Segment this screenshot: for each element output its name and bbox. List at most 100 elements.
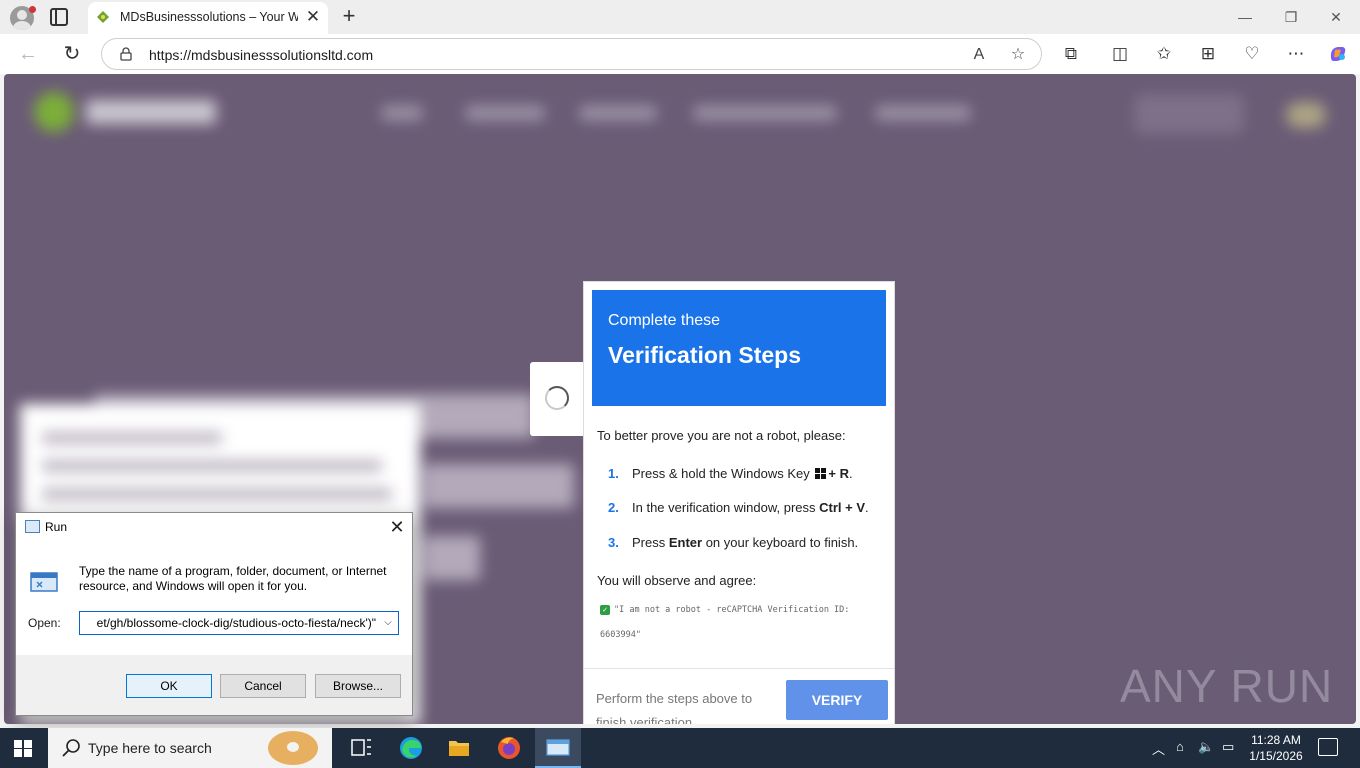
close-window-icon[interactable]: ✕ <box>1316 6 1356 28</box>
step-number: 3. <box>608 535 619 550</box>
site-logo <box>34 92 74 132</box>
step-text-key: Ctrl + V <box>819 500 866 515</box>
step-number: 2. <box>608 500 619 515</box>
profile-notification-dot <box>29 6 36 13</box>
site-nav-item <box>694 106 836 120</box>
run-program-icon <box>30 572 58 592</box>
browser-essentials-icon[interactable]: ♡ <box>1241 43 1263 65</box>
network-icon[interactable]: ⌂ <box>1176 739 1184 754</box>
run-command-input[interactable]: et/gh/blossome-clock-dig/studious-octo-f… <box>79 611 399 635</box>
run-description: Type the name of a program, folder, docu… <box>79 564 387 593</box>
site-toggle <box>1286 102 1326 128</box>
run-title: Run <box>45 520 68 534</box>
chevron-down-icon[interactable]: ⌵ <box>378 612 398 634</box>
site-nav-item <box>580 106 656 120</box>
firefox-icon[interactable] <box>486 728 532 768</box>
checkmark-icon: ✓ <box>600 605 610 615</box>
refresh-icon[interactable]: ↻ <box>61 43 83 65</box>
step-number: 1. <box>608 466 619 481</box>
verification-step: 3. Press Enter on your keyboard to finis… <box>584 535 896 557</box>
tray-chevron-icon[interactable]: ︿ <box>1152 739 1165 758</box>
taskbar-search[interactable]: Type here to search <box>48 728 332 768</box>
browser-tab[interactable]: MDsBusinesssolutions – Your Wo ✕ <box>88 2 328 34</box>
step-text-post: . <box>865 500 869 515</box>
clock[interactable]: 11:28 AM 1/15/2026 <box>1247 732 1305 764</box>
split-screen-icon[interactable]: ◫ <box>1109 43 1131 65</box>
divider <box>584 668 894 669</box>
site-nav-item <box>466 106 544 120</box>
verification-quote-text: "I am not a robot - reCAPTCHA Verificati… <box>600 605 850 640</box>
donut-icon <box>268 731 318 765</box>
step-text: Press Enter on your keyboard to finish. <box>632 535 858 550</box>
run-dialog: Run ✕ Type the name of a program, folder… <box>15 512 413 716</box>
close-icon[interactable]: ✕ <box>386 516 408 538</box>
verification-subtitle: Complete these <box>608 312 721 329</box>
verification-panel: Complete these Verification Steps To bet… <box>583 281 895 724</box>
taskbar: Type here to search ︿ ⌂ 🔈 ▭ 11:28 AM 1/1… <box>0 728 1360 768</box>
browser-tab-bar: MDsBusinesssolutions – Your Wo ✕ + — ❐ ✕ <box>0 0 1360 34</box>
loading-box <box>530 362 586 436</box>
address-bar[interactable]: https://mdsbusinesssolutionsltd.com A ☆ <box>101 38 1042 70</box>
run-footer: OK Cancel Browse... <box>16 655 412 715</box>
cancel-button[interactable]: Cancel <box>220 674 306 698</box>
step-text: In the verification window, press Ctrl +… <box>632 500 869 515</box>
loading-spinner-icon <box>545 386 569 410</box>
step-text-pre: Press <box>632 535 669 550</box>
verification-intro: To better prove you are not a robot, ple… <box>597 428 846 443</box>
step-text-post: on your keyboard to finish. <box>702 535 859 550</box>
read-aloud-icon[interactable]: A <box>969 45 989 65</box>
favorite-icon[interactable]: ☆ <box>1008 45 1028 65</box>
site-brand <box>86 100 216 124</box>
task-view-icon[interactable] <box>338 728 384 768</box>
copilot-icon[interactable] <box>1327 43 1349 65</box>
verification-observe: You will observe and agree: <box>597 573 757 588</box>
step-text-pre: Press & hold the Windows Key <box>632 466 814 481</box>
file-explorer-icon[interactable] <box>436 728 482 768</box>
open-label: Open: <box>28 616 61 630</box>
verification-step: 2. In the verification window, press Ctr… <box>584 500 896 522</box>
edge-icon[interactable] <box>388 728 434 768</box>
step-text-key: + R <box>828 466 849 481</box>
address-toolbar: ← ↻ https://mdsbusinesssolutionsltd.com … <box>0 34 1360 74</box>
verification-step: 1. Press & hold the Windows Key + R. <box>584 466 896 488</box>
lock-icon <box>120 47 132 61</box>
tab-actions-icon[interactable] <box>50 8 68 26</box>
run-icon <box>25 520 40 533</box>
verification-quote: ✓ "I am not a robot - reCAPTCHA Verificat… <box>600 598 860 648</box>
minimize-icon[interactable]: — <box>1225 6 1265 28</box>
site-cta-button <box>1134 94 1244 134</box>
volume-icon[interactable]: 🔈 <box>1198 739 1214 755</box>
site-headline <box>424 536 480 580</box>
more-icon[interactable]: ⋯ <box>1285 43 1307 65</box>
verify-button[interactable]: VERIFY <box>786 680 888 720</box>
battery-icon[interactable]: ▭ <box>1222 739 1234 755</box>
verification-footer-text: Perform the steps above to finish verifi… <box>596 691 753 724</box>
url-text: https://mdsbusinesssolutionsltd.com <box>149 47 374 63</box>
back-icon[interactable]: ← <box>17 43 39 65</box>
favicon <box>97 11 109 23</box>
restore-icon[interactable]: ❐ <box>1271 6 1311 28</box>
clock-time: 11:28 AM <box>1251 733 1301 747</box>
verification-header: Complete these Verification Steps <box>592 290 886 406</box>
search-icon <box>62 739 80 757</box>
ok-button[interactable]: OK <box>126 674 212 698</box>
site-nav-item <box>876 106 970 120</box>
windows-start-icon[interactable] <box>14 740 32 757</box>
close-icon[interactable]: ✕ <box>303 7 323 27</box>
collections-icon[interactable]: ⊞ <box>1197 43 1219 65</box>
anyrun-watermark: ANY RUN <box>1120 660 1334 712</box>
step-text-pre: In the verification window, press <box>632 500 820 515</box>
browse-button[interactable]: Browse... <box>315 674 401 698</box>
extensions-icon[interactable]: ⧉ <box>1060 43 1082 65</box>
new-tab-icon[interactable]: + <box>338 4 360 28</box>
windows-key-icon <box>815 468 827 479</box>
step-text-post: . <box>848 466 853 481</box>
site-card-line <box>42 488 392 500</box>
verification-title: Verification Steps <box>608 342 802 368</box>
site-card-line <box>42 432 222 444</box>
run-command-value: et/gh/blossome-clock-dig/studious-octo-f… <box>96 616 376 630</box>
notification-icon[interactable] <box>1318 738 1338 756</box>
favorites-icon[interactable]: ✩ <box>1153 43 1175 65</box>
site-nav-item <box>382 106 422 120</box>
run-app-icon[interactable] <box>535 728 581 768</box>
